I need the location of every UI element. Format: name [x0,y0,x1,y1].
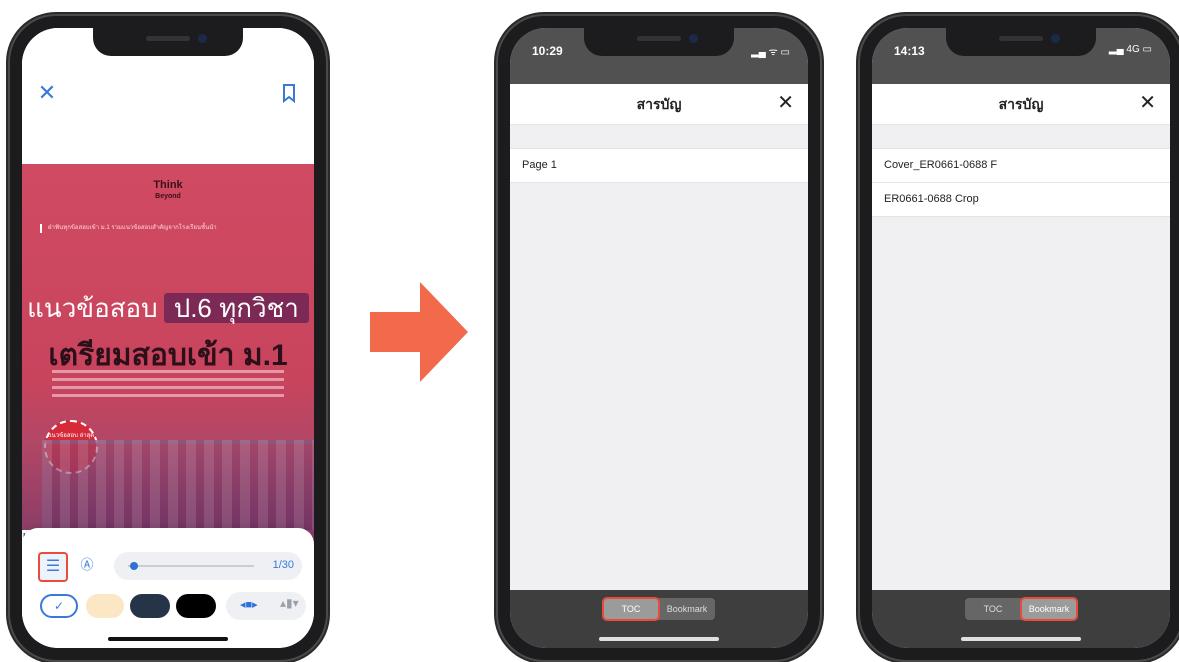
tab-bookmark[interactable]: Bookmark [659,598,715,620]
bookmark-icon[interactable] [278,80,300,106]
notch [584,28,734,56]
close-icon[interactable]: ✕ [1139,90,1156,115]
phone-reader: ✕ Think Beyond ฝ่าฟันทุกข้อสอบเข้า ม.1 ร… [8,14,328,662]
close-icon[interactable]: ✕ [777,90,794,115]
font-icon[interactable]: Ⓐ [76,554,98,576]
toc-screen: 10:29 ▂▄ ᯤ ▭ สารบัญ ✕ Page 1 TOC Bookmar… [510,28,808,648]
layout-toggle[interactable]: ◂■▸ ▴▮▾ [226,592,306,620]
cover-title-line1: แนวข้อสอบ ป.6 ทุกวิชา [22,288,314,329]
theme-black[interactable] [176,594,216,618]
horizontal-scroll-icon[interactable]: ◂■▸ [240,598,258,611]
page-slider[interactable]: 1/30 [114,552,302,580]
status-icons: ▂▄ 4G ▭ [1108,44,1152,55]
page-title: สารบัญ [636,96,682,112]
notch [946,28,1096,56]
tab-toc[interactable]: TOC [602,597,660,621]
bookmark-header: สารบัญ ✕ [872,84,1170,125]
bookmark-list: Cover_ER0661-0688 F ER0661-0688 Crop [872,148,1170,217]
list-item[interactable]: Page 1 [510,148,808,183]
book-cover: Think Beyond ฝ่าฟันทุกข้อสอบเข้า ม.1 รวม… [22,164,314,560]
home-indicator [599,637,719,641]
status-time: 14:13 [894,44,925,58]
reader-control-panel: ☰ Ⓐ 1/30 ✓ ◂■▸ ▴▮▾ [22,528,314,648]
slider-thumb[interactable] [129,562,138,570]
bookmark-footer: TOC Bookmark [872,590,1170,648]
toc-header: สารบัญ ✕ [510,84,808,125]
notch [93,28,243,56]
theme-sepia[interactable] [86,594,124,618]
arrow-right-icon [370,282,468,382]
list-item[interactable]: Cover_ER0661-0688 F [872,148,1170,183]
segment-control: TOC Bookmark [602,597,715,621]
publisher-logo: Think Beyond [153,179,183,201]
tab-bookmark[interactable]: Bookmark [1020,597,1078,621]
toc-list: Page 1 [510,148,808,183]
theme-dark-blue[interactable] [130,594,170,618]
toc-footer: TOC Bookmark [510,590,808,648]
slider-track [128,565,254,567]
phone-bookmark: 14:13 ▂▄ 4G ▭ สารบัญ ✕ Cover_ER0661-0688… [858,14,1179,662]
page-title: สารบัญ [998,96,1044,112]
close-icon[interactable]: ✕ [34,80,60,106]
theme-white-selected[interactable]: ✓ [40,594,78,618]
list-item[interactable]: ER0661-0688 Crop [872,183,1170,217]
status-icons: ▂▄ ᯤ ▭ [751,47,790,58]
reader-screen: ✕ Think Beyond ฝ่าฟันทุกข้อสอบเข้า ม.1 ร… [22,28,314,648]
toc-list-icon[interactable]: ☰ [38,552,68,582]
phone-toc: 10:29 ▂▄ ᯤ ▭ สารบัญ ✕ Page 1 TOC Bookmar… [496,14,822,662]
segment-control: TOC Bookmark [965,597,1078,621]
bookmark-screen: 14:13 ▂▄ 4G ▭ สารบัญ ✕ Cover_ER0661-0688… [872,28,1170,648]
cover-building-image [42,440,314,530]
vertical-scroll-icon[interactable]: ▴▮▾ [280,596,299,610]
status-time: 10:29 [532,44,563,58]
page-count: 1/30 [272,559,294,571]
home-indicator [961,637,1081,641]
cover-description [52,370,284,400]
tab-toc[interactable]: TOC [965,598,1021,620]
cover-subtitle: ฝ่าฟันทุกข้อสอบเข้า ม.1 รวมแนวข้อสอบสำคั… [40,224,248,233]
home-indicator [108,637,228,641]
